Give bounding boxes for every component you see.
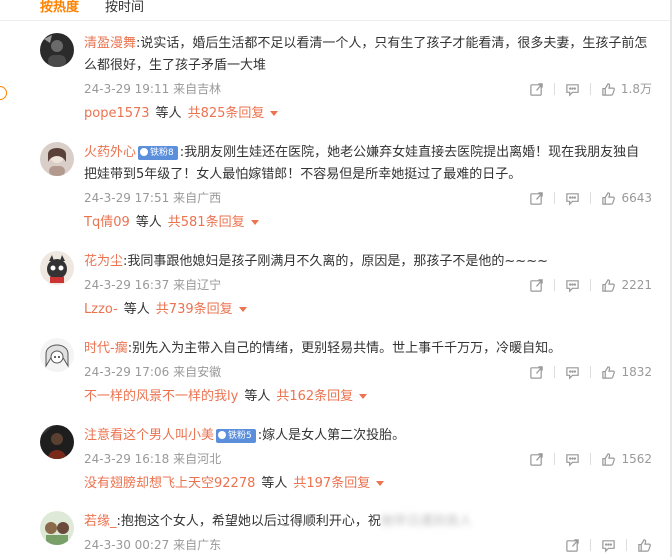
comment-icon[interactable] xyxy=(565,278,580,293)
chevron-down-icon[interactable] xyxy=(359,394,368,399)
share-icon[interactable] xyxy=(529,278,544,293)
like-icon[interactable] xyxy=(601,191,616,206)
like-count: 1562 xyxy=(621,452,652,466)
avatar[interactable] xyxy=(40,33,74,67)
avatar[interactable] xyxy=(40,511,74,545)
comment-location: 来自广东 xyxy=(173,538,222,552)
comment-time: 24-3-30 00:27 xyxy=(84,538,170,552)
reply-summary[interactable]: Tq倩09 等人 共581条回复 xyxy=(84,212,652,234)
comment-username[interactable]: 时代-瘸 xyxy=(84,341,128,356)
chevron-down-icon[interactable] xyxy=(270,111,279,116)
comment-icon[interactable] xyxy=(565,82,580,97)
comment-icon[interactable] xyxy=(601,538,616,553)
blurred-text: 她早日遇到良人 xyxy=(380,514,472,529)
avatar[interactable] xyxy=(40,425,74,459)
reply-user[interactable]: pope1573 xyxy=(84,106,150,121)
reply-count-link[interactable]: 共825条回复 xyxy=(188,106,265,121)
like-icon[interactable] xyxy=(601,365,616,380)
like-count: 1.8万 xyxy=(620,82,652,96)
reply-count-link[interactable]: 共739条回复 xyxy=(156,302,233,317)
share-icon[interactable] xyxy=(529,191,544,206)
avatar[interactable] xyxy=(40,338,74,372)
chevron-down-icon[interactable] xyxy=(250,220,259,225)
divider xyxy=(0,20,672,21)
comment-icon[interactable] xyxy=(565,191,580,206)
comment-location: 来自吉林 xyxy=(173,82,222,96)
reply-count-link[interactable]: 共162条回复 xyxy=(276,389,353,404)
comment-text: 嫁人是女人第二次投胎。 xyxy=(262,428,406,443)
comment-meta: 24-3-29 16:37 来自辽宁 2221 xyxy=(84,274,652,296)
reply-count-link[interactable]: 共581条回复 xyxy=(168,215,245,230)
comment-username[interactable]: 注意看这个男人叫小美 xyxy=(84,428,214,443)
share-icon[interactable] xyxy=(529,452,544,467)
sort-tabs: 按热度 按时间 xyxy=(40,0,144,18)
fan-badge: 铁粉5 xyxy=(216,429,256,443)
comment-location: 来自河北 xyxy=(173,452,222,466)
chevron-down-icon[interactable] xyxy=(376,481,385,486)
reply-user[interactable]: 没有翅膀却想飞上天空92278 xyxy=(84,476,255,491)
share-icon[interactable] xyxy=(565,538,580,553)
side-indicator xyxy=(0,86,7,100)
comment-icon[interactable] xyxy=(565,452,580,467)
comment-text: 我同事跟他媳妇是孩子刚满月不久离的，原因是，那孩子不是他的~~~~ xyxy=(127,254,548,269)
reply-summary[interactable]: Lzzo- 等人 共739条回复 xyxy=(84,299,652,321)
reply-user[interactable]: 不一样的风景不一样的我ly xyxy=(84,389,238,404)
comment-icon[interactable] xyxy=(565,365,580,380)
reply-summary[interactable]: 没有翅膀却想飞上天空92278 等人 共197条回复 xyxy=(84,473,652,495)
comment-username[interactable]: 火药外心 xyxy=(84,145,136,160)
like-count: 6643 xyxy=(621,191,652,205)
reply-summary[interactable]: pope1573 等人 共825条回复 xyxy=(84,103,652,125)
reply-count-link[interactable]: 共197条回复 xyxy=(293,476,370,491)
comment-username[interactable]: 清盈漫舞 xyxy=(84,36,136,51)
like-icon[interactable] xyxy=(637,538,652,553)
like-icon[interactable] xyxy=(601,278,616,293)
comment-location: 来自广西 xyxy=(173,191,222,205)
comment-meta: 24-3-29 16:18 来自河北 1562 xyxy=(84,448,652,470)
chevron-down-icon[interactable] xyxy=(238,307,247,312)
like-icon[interactable] xyxy=(601,82,616,97)
like-count: 1832 xyxy=(621,365,652,379)
comment-location: 来自安徽 xyxy=(173,365,222,379)
comment-text: 说实话，婚后生活都不足以看清一个人，只有生了孩子才能看清，很多夫妻，生孩子前怎么… xyxy=(84,36,648,73)
comment-time: 24-3-29 17:06 xyxy=(84,365,170,379)
comment-time: 24-3-29 19:11 xyxy=(84,82,170,96)
comment-location: 来自辽宁 xyxy=(173,278,222,292)
avatar[interactable] xyxy=(40,251,74,285)
comment-meta: 24-3-30 00:27 来自广东 xyxy=(84,534,652,556)
comment-meta: 24-3-29 19:11 来自吉林 1.8万 xyxy=(84,78,652,100)
reply-user[interactable]: Tq倩09 xyxy=(84,215,130,230)
comment-meta: 24-3-29 17:06 来自安徽 1832 xyxy=(84,361,652,383)
share-icon[interactable] xyxy=(529,82,544,97)
like-count: 2221 xyxy=(621,278,652,292)
comment-text: 抱抱这个女人，希望她以后过得顺利开心，祝 xyxy=(120,514,381,529)
like-icon[interactable] xyxy=(601,452,616,467)
comment-time: 24-3-29 16:37 xyxy=(84,278,170,292)
comment-time: 24-3-29 17:51 xyxy=(84,191,170,205)
comment-username[interactable]: 花为尘 xyxy=(84,254,123,269)
comment-text: 别先入为主带入自己的情绪，更别轻易共情。世上事千千万万，冷暖自知。 xyxy=(132,341,562,356)
reply-summary[interactable]: 不一样的风景不一样的我ly 等人 共162条回复 xyxy=(84,386,652,408)
comment-meta: 24-3-29 17:51 来自广西 6643 xyxy=(84,187,652,209)
reply-user[interactable]: Lzzo- xyxy=(84,302,118,317)
share-icon[interactable] xyxy=(529,365,544,380)
comment-time: 24-3-29 16:18 xyxy=(84,452,170,466)
fan-badge: 铁粉8 xyxy=(138,146,178,160)
tab-sort-by-time[interactable]: 按时间 xyxy=(105,0,144,18)
comment-username[interactable]: 若缘_ xyxy=(84,514,117,529)
avatar[interactable] xyxy=(40,142,74,176)
tab-sort-by-hot[interactable]: 按热度 xyxy=(40,0,79,18)
